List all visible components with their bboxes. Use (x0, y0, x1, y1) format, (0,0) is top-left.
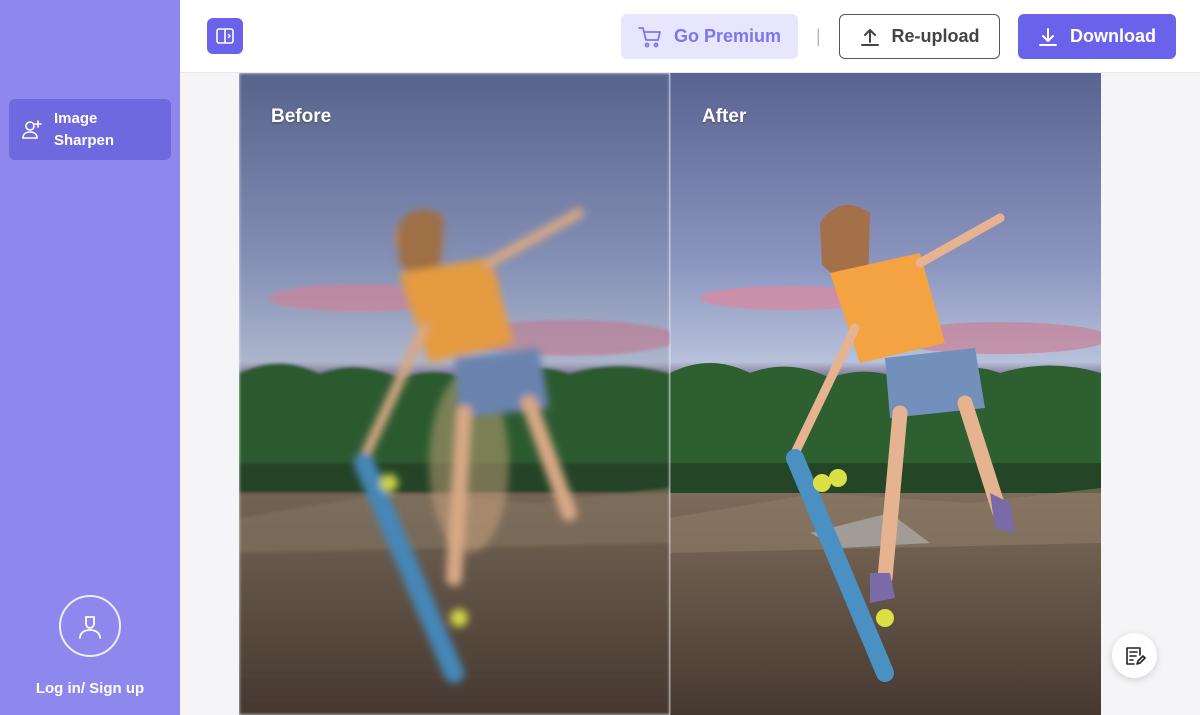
sidebar: Image Sharpen Log in/ Sign up (0, 0, 180, 715)
after-label: After (702, 106, 747, 127)
top-toolbar: Go Premium | Re-upload Download (180, 0, 1200, 73)
go-premium-button[interactable]: Go Premium (621, 14, 798, 59)
reupload-button[interactable]: Re-upload (839, 14, 1000, 59)
download-button[interactable]: Download (1018, 14, 1176, 59)
go-premium-label: Go Premium (673, 26, 782, 46)
after-image (670, 73, 1101, 715)
before-image-panel: Before (239, 73, 670, 715)
sidebar-item-label: Image Sharpen (54, 109, 115, 149)
user-add-icon (19, 117, 45, 143)
cart-icon (638, 26, 662, 48)
split-view-icon (216, 28, 234, 44)
before-label: Before (271, 106, 332, 127)
before-image (239, 73, 670, 715)
download-icon (1038, 27, 1058, 47)
upload-icon (860, 27, 880, 47)
feedback-button[interactable] (1112, 633, 1157, 678)
image-comparison: Before After (239, 73, 1102, 715)
download-label: Download (1070, 26, 1156, 46)
sidebar-item-image-sharpen[interactable]: Image Sharpen (9, 99, 171, 160)
user-icon (79, 616, 101, 639)
toolbar-separator: | (816, 26, 821, 46)
login-signup-link[interactable]: Log in/ Sign up (0, 680, 180, 697)
reupload-label: Re-upload (891, 26, 980, 46)
login-area: Log in/ Sign up (0, 595, 180, 715)
after-image-panel: After (670, 73, 1101, 715)
compare-toggle-button[interactable] (207, 18, 243, 54)
comparison-divider[interactable] (669, 73, 671, 715)
avatar[interactable] (59, 595, 121, 657)
feedback-edit-icon (1125, 646, 1146, 665)
